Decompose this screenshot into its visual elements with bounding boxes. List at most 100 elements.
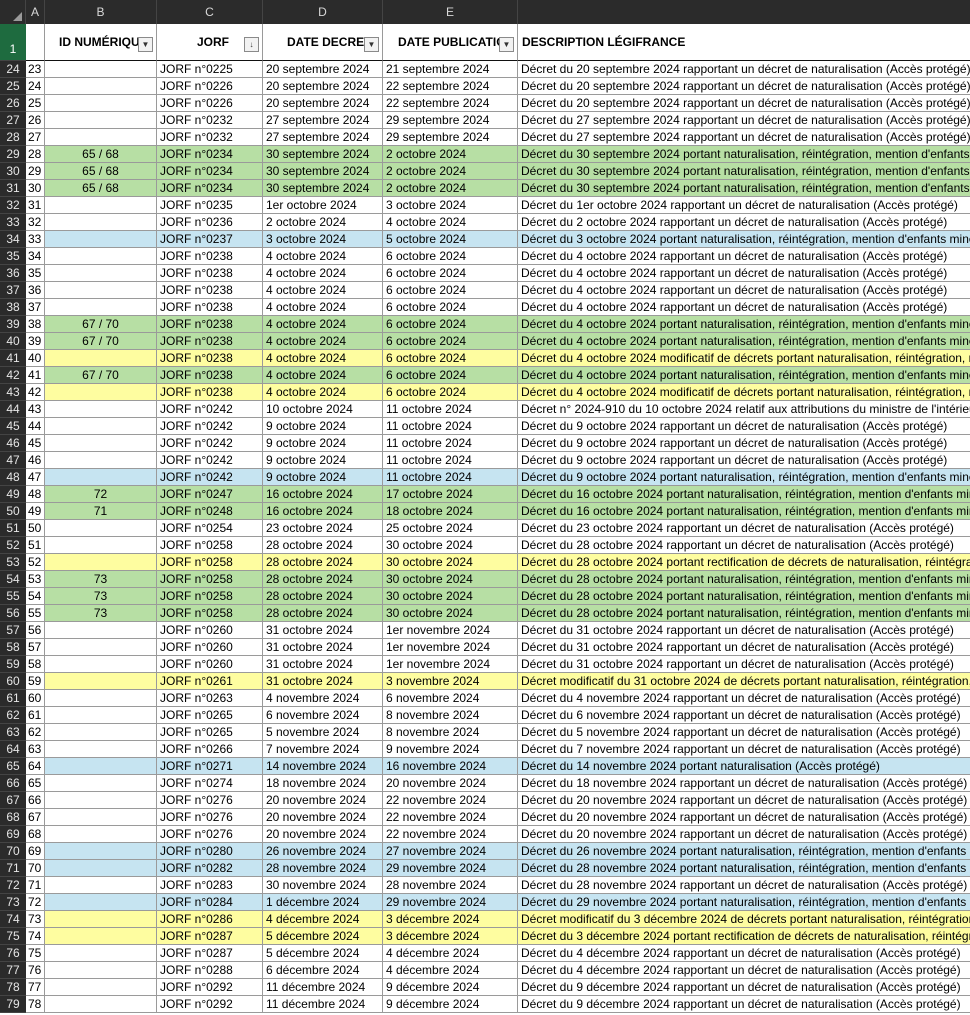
cell-index[interactable]: 30 xyxy=(26,180,45,197)
cell-description[interactable]: Décret du 7 novembre 2024 rapportant un … xyxy=(518,741,970,758)
cell-date-decret[interactable]: 5 décembre 2024 xyxy=(263,945,383,962)
cell-description[interactable]: Décret du 30 septembre 2024 portant natu… xyxy=(518,163,970,180)
cell-jorf[interactable]: JORF n°0242 xyxy=(157,452,263,469)
row-number[interactable]: 58 xyxy=(0,639,26,656)
row-number[interactable]: 59 xyxy=(0,656,26,673)
cell-id-numerique[interactable] xyxy=(45,350,157,367)
row-number[interactable]: 31 xyxy=(0,180,26,197)
row-number[interactable]: 40 xyxy=(0,333,26,350)
cell-index[interactable]: 28 xyxy=(26,146,45,163)
cell-jorf[interactable]: JORF n°0234 xyxy=(157,146,263,163)
cell-date-decret[interactable]: 31 octobre 2024 xyxy=(263,673,383,690)
cell-id-numerique[interactable] xyxy=(45,520,157,537)
cell-jorf[interactable]: JORF n°0238 xyxy=(157,299,263,316)
cell-date-publication[interactable]: 6 octobre 2024 xyxy=(383,299,518,316)
cell-jorf[interactable]: JORF n°0242 xyxy=(157,401,263,418)
cell-description[interactable]: Décret du 4 octobre 2024 modificatif de … xyxy=(518,350,970,367)
cell-index[interactable]: 68 xyxy=(26,826,45,843)
cell-date-publication[interactable]: 22 septembre 2024 xyxy=(383,95,518,112)
cell-description[interactable]: Décret du 4 octobre 2024 rapportant un d… xyxy=(518,299,970,316)
cell-jorf[interactable]: JORF n°0237 xyxy=(157,231,263,248)
cell-jorf[interactable]: JORF n°0263 xyxy=(157,690,263,707)
cell-description[interactable]: Décret du 28 octobre 2024 portant natura… xyxy=(518,588,970,605)
cell-jorf[interactable]: JORF n°0258 xyxy=(157,554,263,571)
cell-jorf[interactable]: JORF n°0261 xyxy=(157,673,263,690)
row-number[interactable]: 57 xyxy=(0,622,26,639)
cell-description[interactable]: Décret du 20 septembre 2024 rapportant u… xyxy=(518,95,970,112)
cell-id-numerique[interactable] xyxy=(45,299,157,316)
cell-description[interactable]: Décret du 27 septembre 2024 rapportant u… xyxy=(518,112,970,129)
cell-description[interactable]: Décret du 20 septembre 2024 rapportant u… xyxy=(518,78,970,95)
cell-date-decret[interactable]: 20 novembre 2024 xyxy=(263,809,383,826)
cell-jorf[interactable]: JORF n°0242 xyxy=(157,469,263,486)
cell-description[interactable]: Décret du 30 septembre 2024 portant natu… xyxy=(518,180,970,197)
cell-date-publication[interactable]: 29 septembre 2024 xyxy=(383,112,518,129)
cell-id-numerique[interactable] xyxy=(45,877,157,894)
cell-description[interactable]: Décret du 20 septembre 2024 rapportant u… xyxy=(518,61,970,78)
cell-index[interactable]: 54 xyxy=(26,588,45,605)
cell-index[interactable]: 74 xyxy=(26,928,45,945)
cell-jorf[interactable]: JORF n°0287 xyxy=(157,945,263,962)
row-number[interactable]: 26 xyxy=(0,95,26,112)
row-number[interactable]: 78 xyxy=(0,979,26,996)
cell-date-publication[interactable]: 27 novembre 2024 xyxy=(383,843,518,860)
cell-jorf[interactable]: JORF n°0271 xyxy=(157,758,263,775)
row-number[interactable]: 37 xyxy=(0,282,26,299)
cell-description[interactable]: Décret du 26 novembre 2024 portant natur… xyxy=(518,843,970,860)
cell-date-publication[interactable]: 8 novembre 2024 xyxy=(383,724,518,741)
cell-index[interactable]: 37 xyxy=(26,299,45,316)
cell-date-decret[interactable]: 20 septembre 2024 xyxy=(263,95,383,112)
cell-jorf[interactable]: JORF n°0287 xyxy=(157,928,263,945)
filter-dropdown-icon[interactable]: ▼ xyxy=(138,37,153,52)
cell-index[interactable]: 40 xyxy=(26,350,45,367)
row-number[interactable]: 48 xyxy=(0,469,26,486)
cell-index[interactable]: 38 xyxy=(26,316,45,333)
row-number[interactable]: 66 xyxy=(0,775,26,792)
row-number[interactable]: 44 xyxy=(0,401,26,418)
row-number[interactable]: 63 xyxy=(0,724,26,741)
cell-index[interactable]: 46 xyxy=(26,452,45,469)
row-number[interactable]: 65 xyxy=(0,758,26,775)
cell-date-publication[interactable]: 1er novembre 2024 xyxy=(383,639,518,656)
cell-jorf[interactable]: JORF n°0283 xyxy=(157,877,263,894)
cell-date-decret[interactable]: 31 octobre 2024 xyxy=(263,639,383,656)
cell-id-numerique[interactable] xyxy=(45,826,157,843)
header-cell-description[interactable]: DESCRIPTION LÉGIFRANCE xyxy=(518,24,970,61)
cell-date-publication[interactable]: 2 octobre 2024 xyxy=(383,146,518,163)
cell-jorf[interactable]: JORF n°0242 xyxy=(157,435,263,452)
row-number[interactable]: 70 xyxy=(0,843,26,860)
cell-date-decret[interactable]: 18 novembre 2024 xyxy=(263,775,383,792)
cell-date-decret[interactable]: 4 décembre 2024 xyxy=(263,911,383,928)
cell-description[interactable]: Décret du 4 octobre 2024 rapportant un d… xyxy=(518,282,970,299)
cell-index[interactable]: 44 xyxy=(26,418,45,435)
cell-date-decret[interactable]: 3 octobre 2024 xyxy=(263,231,383,248)
cell-index[interactable]: 27 xyxy=(26,129,45,146)
cell-id-numerique[interactable] xyxy=(45,979,157,996)
cell-index[interactable]: 24 xyxy=(26,78,45,95)
cell-jorf[interactable]: JORF n°0226 xyxy=(157,78,263,95)
column-header-d[interactable]: D xyxy=(263,0,383,24)
cell-index[interactable]: 78 xyxy=(26,996,45,1013)
cell-description[interactable]: Décret du 28 octobre 2024 rapportant un … xyxy=(518,537,970,554)
cell-date-publication[interactable]: 30 octobre 2024 xyxy=(383,588,518,605)
cell-description[interactable]: Décret du 20 novembre 2024 rapportant un… xyxy=(518,809,970,826)
cell-date-decret[interactable]: 4 octobre 2024 xyxy=(263,282,383,299)
cell-date-publication[interactable]: 2 octobre 2024 xyxy=(383,163,518,180)
cell-index[interactable]: 61 xyxy=(26,707,45,724)
cell-date-publication[interactable]: 8 novembre 2024 xyxy=(383,707,518,724)
cell-date-decret[interactable]: 9 octobre 2024 xyxy=(263,435,383,452)
cell-jorf[interactable]: JORF n°0265 xyxy=(157,707,263,724)
cell-id-numerique[interactable]: 72 xyxy=(45,486,157,503)
cell-id-numerique[interactable]: 71 xyxy=(45,503,157,520)
cell-date-decret[interactable]: 23 octobre 2024 xyxy=(263,520,383,537)
cell-index[interactable]: 29 xyxy=(26,163,45,180)
cell-jorf[interactable]: JORF n°0238 xyxy=(157,350,263,367)
cell-description[interactable]: Décret du 28 novembre 2024 portant natur… xyxy=(518,860,970,877)
cell-date-publication[interactable]: 18 octobre 2024 xyxy=(383,503,518,520)
cell-date-publication[interactable]: 3 octobre 2024 xyxy=(383,197,518,214)
cell-date-publication[interactable]: 6 octobre 2024 xyxy=(383,333,518,350)
cell-jorf[interactable]: JORF n°0258 xyxy=(157,537,263,554)
cell-jorf[interactable]: JORF n°0260 xyxy=(157,656,263,673)
cell-date-publication[interactable]: 1er novembre 2024 xyxy=(383,622,518,639)
cell-jorf[interactable]: JORF n°0274 xyxy=(157,775,263,792)
